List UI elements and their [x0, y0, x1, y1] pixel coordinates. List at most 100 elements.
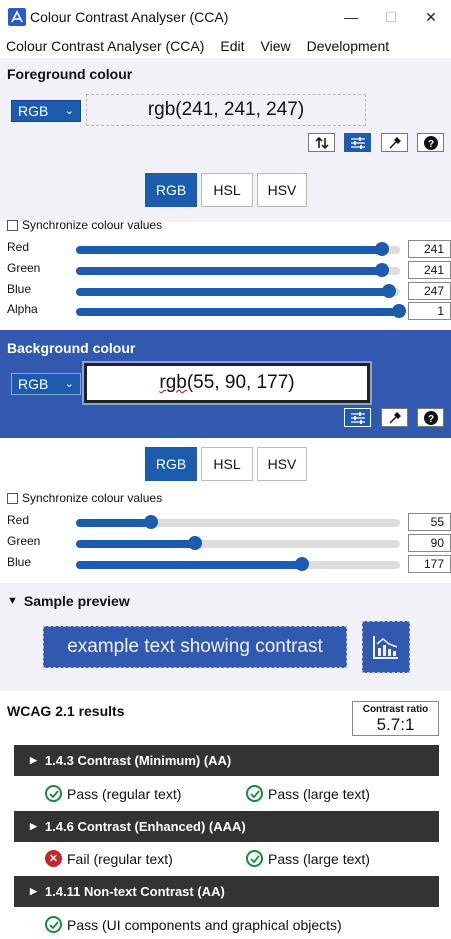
background-value-prefix: rgb: [159, 372, 187, 393]
criterion-title: 1.4.6 Contrast (Enhanced) (AAA): [44, 819, 246, 834]
sample-text-preview: example text showing contrast: [43, 626, 347, 668]
foreground-slider-label: Blue: [7, 282, 32, 296]
swap-colours-icon[interactable]: [308, 133, 335, 152]
contrast-ratio-value: 5.7:1: [376, 715, 415, 734]
fail-circle-icon: ✕: [45, 850, 62, 867]
foreground-slider-row-red: Red 241: [0, 240, 451, 260]
foreground-value-field[interactable]: 241: [408, 261, 451, 279]
eyedropper-icon[interactable]: [381, 133, 408, 152]
sliders-toggle-icon[interactable]: [344, 133, 371, 152]
slider-fill: [76, 308, 400, 316]
help-icon[interactable]: ?: [417, 408, 444, 427]
check-circle-icon: [246, 785, 263, 802]
foreground-slider-row-green: Green 241: [0, 261, 451, 281]
foreground-value-field[interactable]: 247: [408, 282, 451, 300]
tab-foreground-rgb[interactable]: RGB: [145, 173, 197, 207]
criterion-title: 1.4.3 Contrast (Minimum) (AA): [44, 753, 232, 768]
close-button[interactable]: ✕: [411, 0, 451, 34]
result-item: ✕ Fail (regular text): [45, 850, 173, 867]
sample-preview-toggle[interactable]: ▼ Sample preview: [7, 593, 130, 609]
menu-bar: Colour Contrast Analyser (CCA) Edit View…: [0, 34, 451, 58]
tab-foreground-hsv[interactable]: HSV: [257, 173, 307, 207]
result-text: Pass (UI components and graphical object…: [67, 916, 342, 933]
foreground-slider-alpha[interactable]: [76, 308, 400, 316]
background-slider-label: Blue: [7, 555, 32, 569]
slider-fill: [76, 519, 146, 527]
foreground-value-input[interactable]: rgb(241, 241, 247): [86, 94, 366, 126]
slider-fill: [76, 561, 301, 569]
svg-text:?: ?: [427, 139, 433, 150]
foreground-slider-red[interactable]: [76, 246, 400, 254]
slider-fill: [76, 540, 191, 548]
title-bar: Colour Contrast Analyser (CCA) — ☐ ✕: [0, 0, 451, 34]
background-value-input[interactable]: rgb (55, 90, 177): [82, 361, 372, 405]
maximize-button[interactable]: ☐: [371, 0, 411, 34]
foreground-slider-row-alpha: Alpha 1: [0, 302, 451, 322]
background-format-select[interactable]: RGB ⌄: [11, 373, 81, 395]
background-slider-green[interactable]: [76, 540, 400, 548]
expand-triangle-icon: ▶: [30, 821, 37, 831]
slider-thumb[interactable]: [374, 242, 389, 256]
background-slider-label: Red: [7, 513, 30, 527]
background-value-field[interactable]: 90: [408, 534, 451, 552]
contrast-ratio-box: Contrast ratio 5.7:1: [352, 701, 439, 736]
result-item: Pass (large text): [246, 785, 370, 802]
result-text: Pass (large text): [268, 785, 370, 802]
slider-fill: [76, 246, 383, 254]
foreground-heading: Foreground colour: [7, 66, 133, 82]
menu-edit[interactable]: Edit: [220, 38, 244, 54]
background-value-field[interactable]: 55: [408, 513, 451, 531]
result-text: Pass (regular text): [67, 785, 182, 802]
tab-background-hsv[interactable]: HSV: [257, 447, 307, 481]
criterion-1-4-3[interactable]: ▶ 1.4.3 Contrast (Minimum) (AA): [14, 745, 439, 776]
tab-background-hsl[interactable]: HSL: [201, 447, 253, 481]
background-value-field[interactable]: 177: [408, 555, 451, 573]
background-slider-label: Green: [7, 534, 41, 548]
foreground-sync-row[interactable]: Synchronize colour values: [7, 218, 162, 232]
result-text: Fail (regular text): [67, 850, 173, 867]
background-sync-label: Synchronize colour values: [22, 491, 163, 505]
background-slider-blue[interactable]: [76, 561, 400, 569]
foreground-sync-checkbox[interactable]: [7, 219, 18, 231]
foreground-format-select[interactable]: RGB ⌄: [11, 100, 81, 122]
foreground-slider-label: Green: [7, 261, 41, 275]
background-format-value: RGB: [18, 376, 49, 392]
slider-fill: [76, 267, 383, 275]
result-item: Pass (large text): [246, 850, 370, 867]
menu-development[interactable]: Development: [307, 38, 390, 54]
menu-view[interactable]: View: [261, 38, 291, 54]
slider-thumb[interactable]: [374, 263, 389, 277]
foreground-slider-label: Alpha: [7, 302, 38, 316]
svg-text:?: ?: [427, 414, 433, 425]
background-sync-checkbox[interactable]: [7, 492, 18, 504]
foreground-value-field[interactable]: 241: [408, 240, 451, 258]
background-value-rest: (55, 90, 177): [186, 372, 295, 393]
background-slider-row-blue: Blue 177: [0, 555, 451, 575]
foreground-slider-green[interactable]: [76, 267, 400, 275]
minimize-button[interactable]: —: [331, 0, 371, 34]
tab-foreground-hsl[interactable]: HSL: [201, 173, 253, 207]
expand-triangle-icon: ▶: [30, 886, 37, 896]
slider-thumb[interactable]: [187, 536, 202, 550]
check-circle-icon: [246, 850, 263, 867]
criterion-1-4-11[interactable]: ▶ 1.4.11 Non-text Contrast (AA): [14, 876, 439, 907]
foreground-value-field[interactable]: 1: [408, 302, 451, 320]
wcag-results-heading: WCAG 2.1 results: [7, 703, 125, 719]
menu-app[interactable]: Colour Contrast Analyser (CCA): [6, 38, 204, 54]
background-slider-red[interactable]: [76, 519, 400, 527]
tab-background-rgb[interactable]: RGB: [145, 447, 197, 481]
wcag-results-panel: WCAG 2.1 results Contrast ratio 5.7:1 ▶ …: [0, 691, 451, 939]
eyedropper-icon[interactable]: [381, 408, 408, 427]
expand-triangle-icon: ▶: [30, 755, 37, 765]
check-circle-icon: [45, 785, 62, 802]
background-sync-row[interactable]: Synchronize colour values: [7, 491, 162, 505]
chart-icon: [373, 636, 398, 659]
criterion-1-4-6[interactable]: ▶ 1.4.6 Contrast (Enhanced) (AAA): [14, 811, 439, 842]
foreground-slider-blue[interactable]: [76, 288, 400, 296]
slider-fill: [76, 288, 390, 296]
slider-thumb[interactable]: [392, 304, 406, 318]
help-icon[interactable]: ?: [417, 133, 444, 152]
sliders-toggle-icon[interactable]: [344, 408, 371, 427]
contrast-ratio-label: Contrast ratio: [362, 704, 429, 715]
foreground-format-value: RGB: [18, 103, 49, 119]
